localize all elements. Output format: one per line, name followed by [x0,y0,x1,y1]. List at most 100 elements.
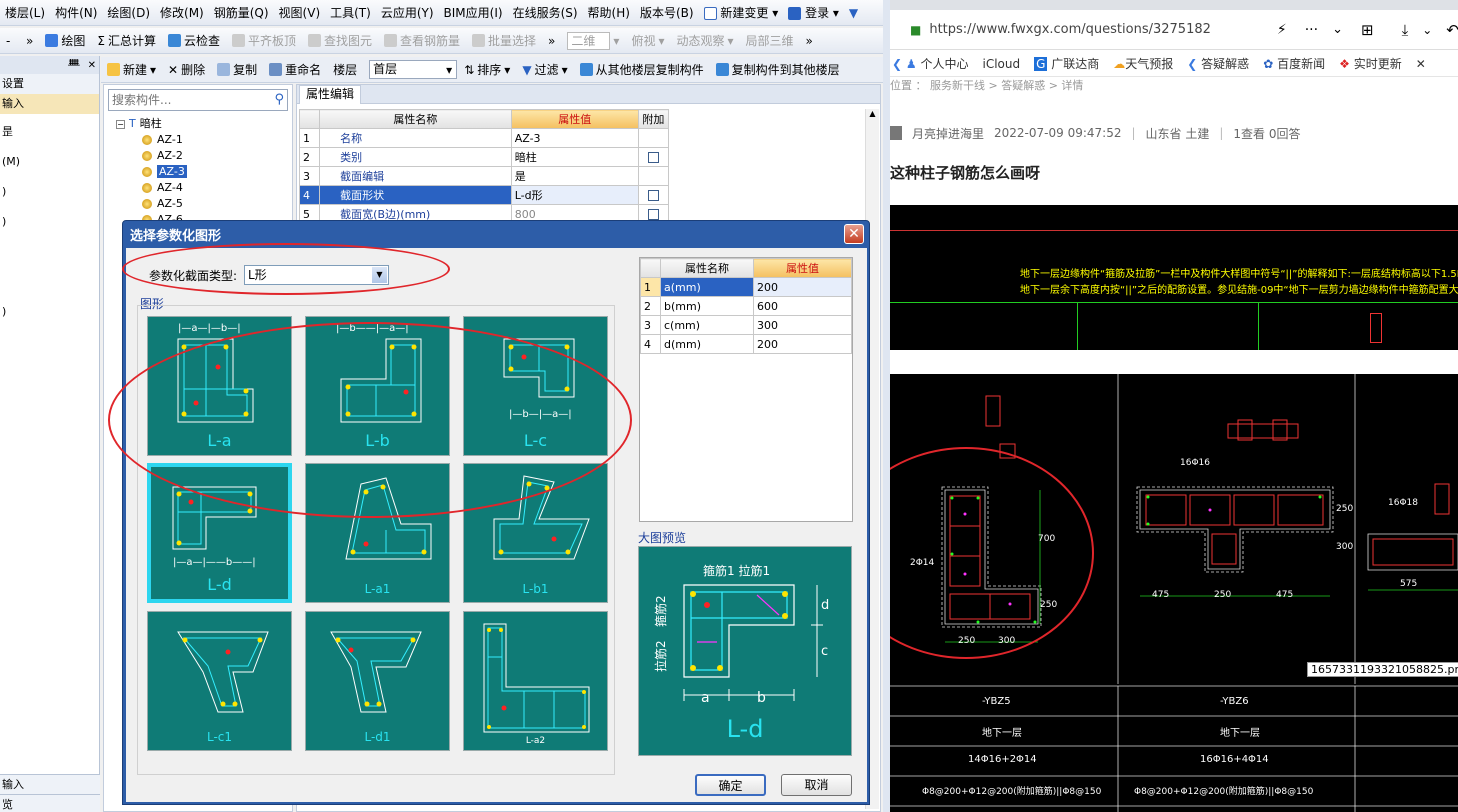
new-button[interactable]: 新建 ▾ [101,57,162,82]
menu-draw[interactable]: 绘图(D) [102,0,155,25]
grid-icon[interactable]: ⊞ [1361,21,1374,39]
login-button[interactable]: 登录 ▾ [783,0,844,25]
bookmark-close-icon[interactable]: ✕ [1416,57,1426,71]
copy-button[interactable]: 复制 [211,57,263,82]
menu-rebar[interactable]: 钢筋量(Q) [209,0,274,25]
flat-slab-button[interactable]: 平齐板顶 [226,28,302,53]
copy-from-floor-button[interactable]: 从其他楼层复制构件 [574,57,710,82]
sum-calc-button[interactable]: Σ 汇总计算 [91,28,162,53]
tree-item-az5[interactable]: AZ-5 [142,196,187,212]
view-mode-button[interactable]: 俯视 ▾ [625,28,670,53]
table-row[interactable]: 1 名称 AZ-3 [298,128,670,148]
pin-panel-icon[interactable]: ᚙ [68,60,80,71]
bookmark-faq[interactable]: ❮ 答疑解惑 [1187,55,1249,72]
table-row[interactable]: 3 截面编辑是 [298,166,670,186]
new-change-button[interactable]: 新建变更 ▾ [699,0,784,25]
download-chevron-icon[interactable]: ⌄ [1422,23,1432,37]
bookmark-realtime[interactable]: ❖ 实时更新 [1339,55,1402,72]
table-row[interactable]: 4 d(mm) 200 [640,334,852,354]
collapse-icon[interactable]: − [116,120,125,129]
tree-item-az4[interactable]: AZ-4 [142,180,187,196]
left-item-b[interactable]: ) [0,182,99,202]
lightning-icon[interactable]: ⚡ [1277,22,1287,38]
left-item-m[interactable]: (M) [0,152,99,172]
bookmark-icloud[interactable]: iCloud [982,57,1020,71]
overflow-chevron-icon-2[interactable]: » [542,28,561,53]
left-item-input[interactable]: 输入 [0,94,99,114]
dynamic-view-button[interactable]: 动态观察 ▾ [670,28,739,53]
bookmark-personal[interactable]: ❮ ♟ 个人中心 [892,55,968,72]
menu-bim[interactable]: BIM应用(I) [439,0,508,25]
extra-checkbox[interactable] [647,209,659,220]
menu-modify[interactable]: 修改(M) [155,0,209,25]
overflow-chevron-icon-3[interactable]: » [800,28,819,53]
sort-button[interactable]: ⇅ 排序 ▾ [458,57,516,82]
cad-image-1[interactable]: 地下一层边缘构件“箍筋及拉筋”一栏中及构件大样图中符号“||”的解释如下:一层底… [890,205,1458,350]
extra-checkbox[interactable] [647,190,659,201]
draw-button[interactable]: 绘图 [39,28,91,53]
avatar[interactable] [890,126,902,140]
cloud-check-button[interactable]: 云检查 [162,28,226,53]
view-2d-select[interactable]: 二维 ▾ [561,28,625,53]
menu-view[interactable]: 视图(V) [274,0,326,25]
floor-select[interactable]: 首层 ▾ [363,57,458,82]
menu-online[interactable]: 在线服务(S) [508,0,583,25]
batch-select-button[interactable]: 批量选择 [466,28,542,53]
table-row[interactable]: 2 类别 暗柱 [298,147,670,167]
bookmark-weather[interactable]: ☁天气预报 [1113,55,1173,72]
extra-checkbox[interactable] [647,152,659,163]
search-input[interactable] [109,90,259,110]
menu-floor[interactable]: 楼层(L) [0,0,50,25]
menu-cloud[interactable]: 云应用(Y) [376,0,439,25]
copy-to-floor-button[interactable]: 复制构件到其他楼层 [710,57,846,82]
author-name[interactable]: 月亮掉进海里 [912,125,984,142]
tab-property-edit[interactable]: 属性编辑 [299,85,362,104]
more-icon[interactable]: ··· [1305,22,1318,38]
pin-icon[interactable]: ▼ [844,0,863,25]
left-item-bottom-browse[interactable]: 览 [0,794,100,812]
ok-button[interactable]: 确定 [695,774,766,796]
table-row[interactable]: 4 截面形状 L-d形 [298,185,670,205]
search-icon[interactable]: ⚲ [274,92,284,107]
bookmark-baidu[interactable]: ✿ 百度新闻 [1263,55,1325,72]
left-item-settings[interactable]: 设置 [0,74,99,94]
table-row[interactable]: 2 b(mm) 600 [640,296,852,316]
view-rebar-button[interactable]: 查看钢筋量 [378,28,466,53]
col-prop-value: 属性值 [510,109,639,129]
url-text[interactable]: https://www.fwxgx.com/questions/3275182 [929,22,1211,37]
bookmark-glodon[interactable]: G 广联达商 [1034,55,1099,72]
select-shape-dialog: 选择参数化图形 ✕ 参数化截面类型: L形 ▼ 图形 |—a—|—b—| L-a… [122,220,870,805]
chevron-down-icon[interactable]: ⌄ [1332,22,1343,37]
tree-item-az3[interactable]: AZ-3 [142,164,187,180]
shape-l-a2[interactable]: L-a2 [463,611,608,751]
left-item-c[interactable]: ) [0,212,99,232]
component-icon [142,199,152,209]
left-item-a[interactable]: 昰 [0,122,99,142]
menu-version[interactable]: 版本号(B) [635,0,699,25]
menu-help[interactable]: 帮助(H) [583,0,635,25]
tree-root[interactable]: − T 暗柱 [116,116,187,132]
rename-button[interactable]: 重命名 [263,57,327,82]
undo-icon[interactable]: ↶ [1446,21,1458,39]
table-row[interactable]: 1 a(mm) 200 [640,277,852,297]
local-3d-button[interactable]: 局部三维 [740,28,800,53]
left-item-d[interactable]: ) [0,302,99,322]
scroll-up-icon[interactable]: ▲ [866,109,879,118]
close-panel-icon[interactable]: ✕ [88,60,96,71]
toolbar-overflow-left[interactable]: - [0,28,20,53]
overflow-chevron-icon[interactable]: » [20,28,39,53]
dialog-close-button[interactable]: ✕ [844,224,864,244]
find-element-button[interactable]: 查找图元 [302,28,378,53]
download-icon[interactable]: ⤓ [1402,21,1409,39]
tree-item-az2[interactable]: AZ-2 [142,148,187,164]
left-item-bottom-input[interactable]: 输入 [0,774,100,794]
menu-component[interactable]: 构件(N) [50,0,102,25]
shape-l-d1[interactable]: L-d1 [305,611,450,751]
tree-item-az1[interactable]: AZ-1 [142,132,187,148]
cancel-button[interactable]: 取消 [781,774,852,796]
menu-tools[interactable]: 工具(T) [325,0,376,25]
delete-button[interactable]: ✕ 删除 [162,57,211,82]
table-row[interactable]: 3 c(mm) 300 [640,315,852,335]
filter-button[interactable]: ▼ 过滤 ▾ [516,57,573,82]
shape-l-c1[interactable]: L-c1 [147,611,292,751]
